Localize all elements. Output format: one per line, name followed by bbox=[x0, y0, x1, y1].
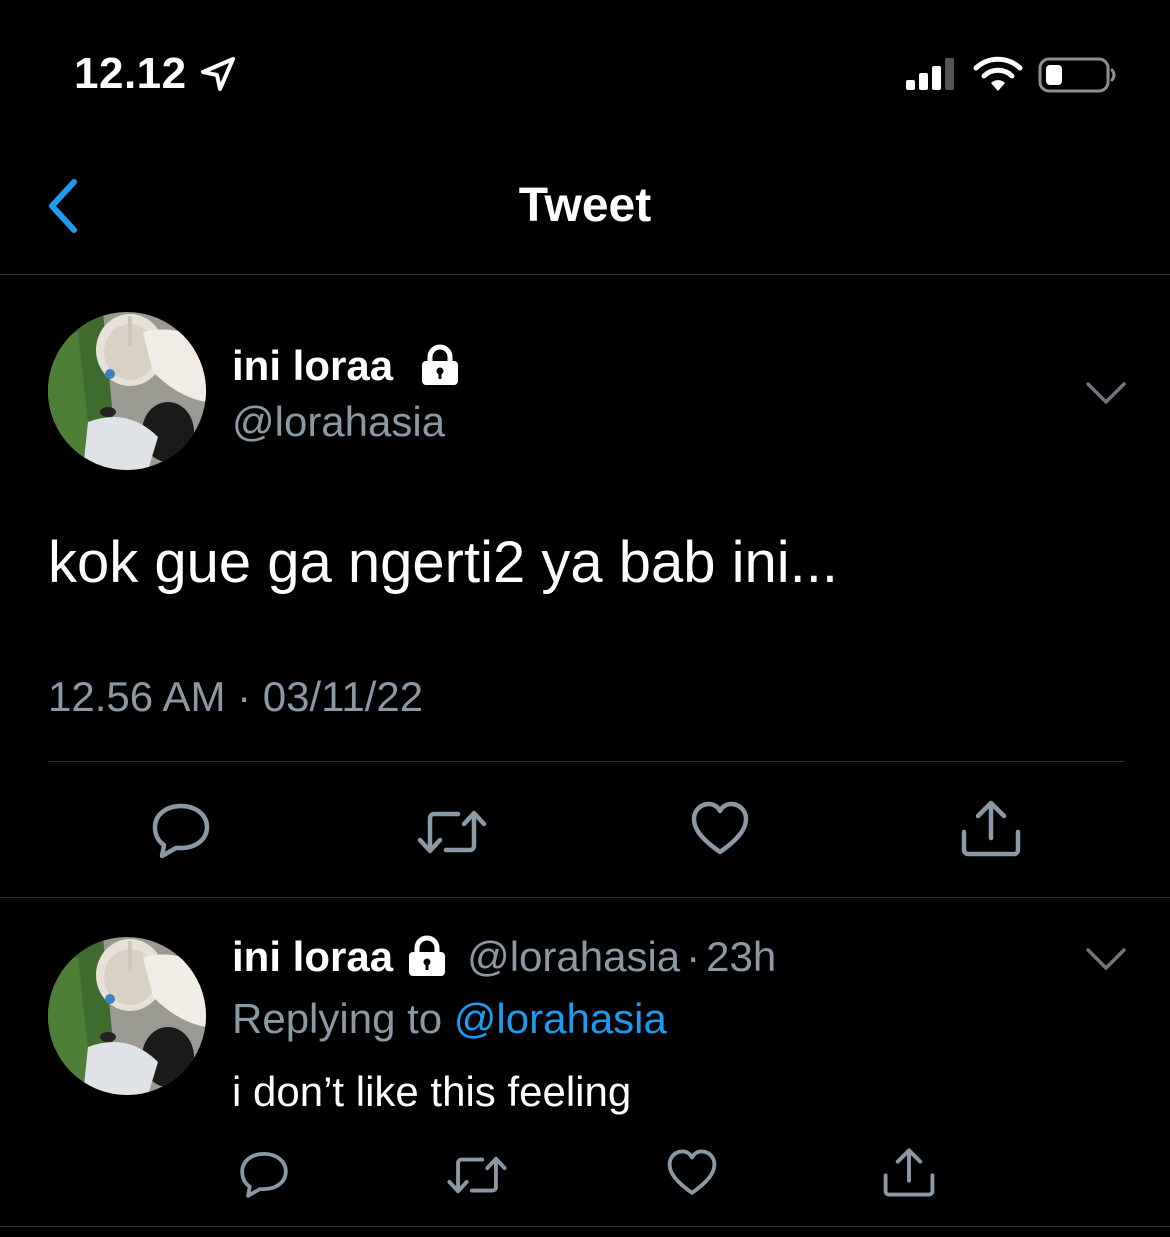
cellular-signal-icon bbox=[906, 58, 954, 90]
replying-to-line: Replying to @lorahasia bbox=[232, 994, 667, 1044]
reply-divider bbox=[0, 1226, 1170, 1227]
retweet-icon[interactable] bbox=[416, 806, 488, 858]
reply-separator: · bbox=[686, 933, 701, 980]
replying-to-mention[interactable]: @lorahasia bbox=[454, 995, 667, 1042]
tweet-timestamp[interactable]: 12.56 AM · 03/11/22 bbox=[48, 672, 423, 722]
avatar[interactable] bbox=[48, 312, 206, 470]
avatar-photo bbox=[48, 937, 206, 1095]
lock-icon bbox=[409, 935, 446, 976]
reply-text: i don’t like this feeling bbox=[232, 1068, 632, 1115]
reply-handle[interactable]: @lorahasia bbox=[467, 932, 680, 982]
meta-divider bbox=[48, 761, 1124, 762]
battery-icon bbox=[1038, 57, 1116, 93]
reply-display-name[interactable]: ini loraa bbox=[232, 932, 393, 982]
header-divider bbox=[0, 274, 1170, 275]
heart-icon[interactable] bbox=[666, 1148, 718, 1198]
page-title: Tweet bbox=[518, 179, 652, 232]
location-arrow-icon bbox=[201, 57, 235, 91]
display-name[interactable]: ini loraa bbox=[232, 341, 393, 391]
avatar-photo bbox=[48, 312, 206, 470]
share-icon[interactable] bbox=[960, 798, 1022, 858]
tweet-divider bbox=[0, 897, 1170, 898]
heart-icon[interactable] bbox=[690, 800, 750, 858]
lock-icon bbox=[422, 344, 458, 385]
reply-time: 23h bbox=[706, 933, 777, 980]
chevron-down-icon[interactable] bbox=[1084, 376, 1128, 412]
chevron-down-icon[interactable] bbox=[1084, 942, 1128, 978]
handle[interactable]: @lorahasia bbox=[232, 397, 445, 447]
comment-icon[interactable] bbox=[150, 800, 212, 860]
status-time: 12.12 bbox=[74, 49, 187, 98]
reply-header: ini loraa @lorahasia · 23h bbox=[232, 932, 776, 982]
reply-avatar[interactable] bbox=[48, 937, 206, 1095]
retweet-icon[interactable] bbox=[446, 1152, 508, 1198]
wifi-icon bbox=[973, 56, 1023, 91]
replying-to-label: Replying to bbox=[232, 995, 443, 1042]
share-icon[interactable] bbox=[882, 1146, 936, 1198]
comment-icon[interactable] bbox=[238, 1148, 290, 1200]
tweet-text: kok gue ga ngerti2 ya bab ini... bbox=[48, 530, 838, 595]
